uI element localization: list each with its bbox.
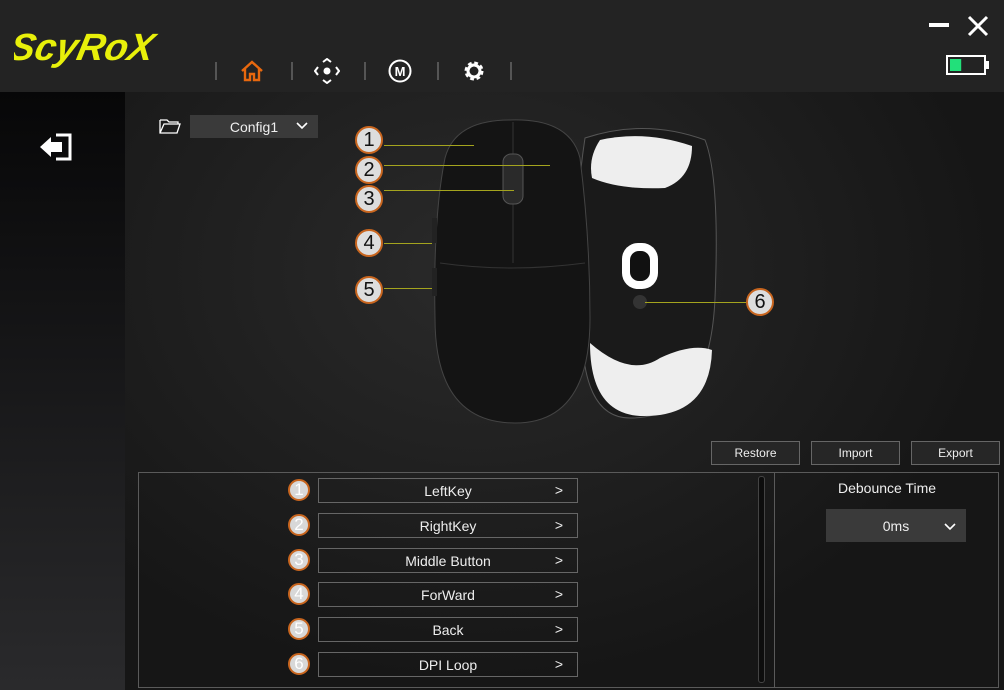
divider [437, 62, 439, 80]
divider [364, 62, 366, 80]
divider [215, 62, 217, 80]
button-number: 5 [288, 618, 310, 640]
callout-line [384, 288, 432, 289]
scyrox-logo: ScyRoX [14, 26, 161, 69]
divider [774, 472, 775, 688]
chevron-right-icon: > [554, 656, 563, 672]
restore-button[interactable]: Restore [711, 441, 800, 465]
header: ScyRoX M [0, 0, 1004, 92]
divider [291, 62, 293, 80]
button-number: 3 [288, 549, 310, 571]
button-assignment-row[interactable]: RightKey > [318, 513, 578, 538]
button-number: 1 [288, 479, 310, 501]
battery-icon [946, 55, 989, 75]
chevron-right-icon: > [554, 552, 563, 568]
debounce-value: 0ms [882, 517, 910, 534]
callout-6: 6 [746, 288, 774, 316]
svg-text:M: M [395, 64, 406, 79]
callout-line [384, 165, 550, 166]
assignment-label: LeftKey [424, 482, 472, 499]
chevron-right-icon: > [554, 586, 563, 602]
config-value: Config1 [229, 118, 279, 135]
macro-icon: M [388, 59, 412, 83]
config-dropdown[interactable]: Config1 [190, 115, 318, 138]
callout-2: 2 [355, 156, 383, 184]
callout-1: 1 [355, 126, 383, 154]
import-button[interactable]: Import [811, 441, 900, 465]
button-assignment-row[interactable]: DPI Loop > [318, 652, 578, 677]
callout-line [384, 243, 432, 244]
nav-dpi[interactable] [313, 58, 341, 84]
callout-line [645, 302, 746, 303]
assignment-label: DPI Loop [418, 656, 478, 673]
assignment-label: ForWard [421, 586, 475, 603]
debounce-title: Debounce Time [837, 480, 937, 496]
back-exit-icon[interactable] [38, 132, 74, 162]
chevron-right-icon: > [554, 482, 563, 498]
nav-macro[interactable]: M [386, 58, 414, 84]
minimize-button[interactable] [929, 23, 949, 27]
divider [510, 62, 512, 80]
folder-icon[interactable] [159, 118, 181, 134]
chevron-down-icon [296, 122, 308, 130]
scrollbar[interactable] [758, 476, 765, 683]
home-icon [241, 60, 263, 82]
mouse-bottom-view [576, 128, 717, 419]
button-assignment-row[interactable]: Back > [318, 617, 578, 642]
button-assignment-row[interactable]: ForWard > [318, 582, 578, 607]
svg-text:ScyRoX: ScyRoX [14, 26, 161, 69]
button-number: 6 [288, 653, 310, 675]
button-assignment-row[interactable]: Middle Button > [318, 548, 578, 573]
export-button[interactable]: Export [911, 441, 1000, 465]
callout-5: 5 [355, 276, 383, 304]
chevron-right-icon: > [554, 517, 563, 533]
button-assignment-row[interactable]: LeftKey > [318, 478, 578, 503]
callout-line [384, 190, 514, 191]
button-number: 4 [288, 583, 310, 605]
assignment-label: Middle Button [405, 552, 491, 569]
chevron-right-icon: > [554, 621, 563, 637]
nav-home[interactable] [238, 58, 266, 84]
callout-line [384, 145, 474, 146]
debounce-dropdown[interactable]: 0ms [826, 509, 966, 542]
close-icon[interactable] [967, 15, 989, 37]
crosshair-icon [314, 58, 340, 84]
nav-settings[interactable] [460, 58, 488, 84]
assignment-label: Back [432, 621, 464, 638]
assignment-label: RightKey [419, 517, 477, 534]
callout-3: 3 [355, 185, 383, 213]
chevron-down-icon [944, 523, 956, 531]
gear-icon [464, 61, 484, 81]
callout-4: 4 [355, 229, 383, 257]
button-number: 2 [288, 514, 310, 536]
sidebar [0, 92, 125, 690]
